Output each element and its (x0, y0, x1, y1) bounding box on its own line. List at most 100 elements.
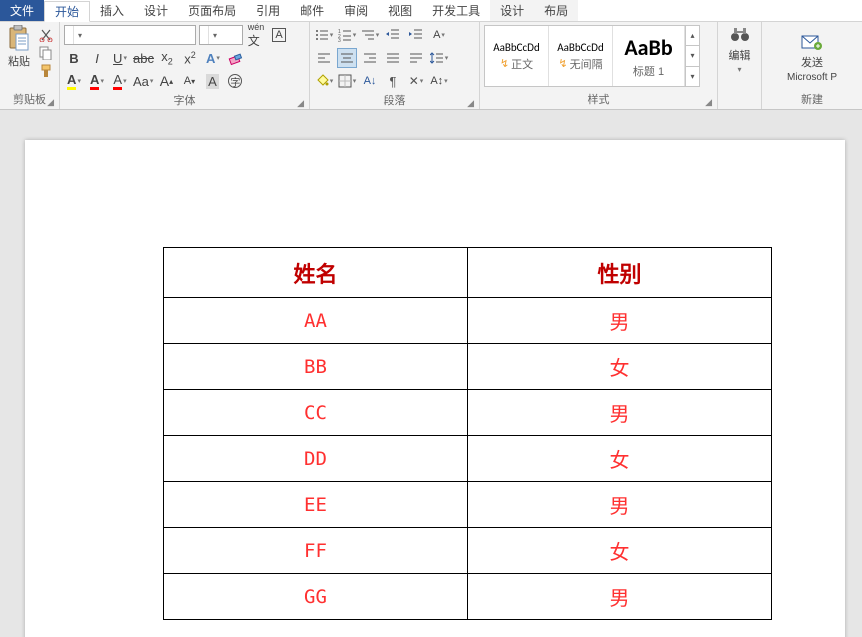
underline-button[interactable]: U▾ (110, 48, 130, 68)
cell-gender[interactable]: 男 (468, 390, 772, 436)
text-direction-button[interactable]: A▾ (429, 25, 449, 45)
cell-name[interactable]: BB (164, 344, 468, 390)
table-header-row[interactable]: 姓名 性别 (164, 248, 772, 298)
line-spacing-button[interactable]: ▾ (429, 48, 449, 68)
reveal-format-button[interactable]: A↕▾ (429, 71, 449, 91)
tab-insert[interactable]: 插入 (90, 0, 134, 21)
style-heading1[interactable]: AaBb标题 1 (613, 26, 685, 86)
tab-home[interactable]: 开始 (44, 1, 90, 22)
cell-name[interactable]: EE (164, 482, 468, 528)
header-name[interactable]: 姓名 (164, 248, 468, 298)
styles-gallery: AaBbCcDd↯正文 AaBbCcDd↯无间隔 AaBb标题 1 ▴ ▾ ▾ (484, 25, 700, 87)
align-distribute-icon (409, 51, 423, 65)
font-family-combo[interactable]: ▾ (64, 25, 196, 45)
align-justify-button[interactable] (383, 48, 403, 68)
clear-format-button[interactable] (226, 48, 246, 68)
grow-font-button[interactable]: A▴ (156, 71, 176, 91)
cell-gender[interactable]: 男 (468, 482, 772, 528)
show-marks-button[interactable]: ¶ (383, 71, 403, 91)
change-case-button[interactable]: Aa▾ (133, 71, 153, 91)
subscript-button[interactable]: x2 (157, 48, 177, 68)
increase-indent-button[interactable] (406, 25, 426, 45)
borders-button[interactable]: ▾ (337, 71, 357, 91)
send-button[interactable]: 发送 Microsoft P (783, 32, 841, 83)
tab-dev[interactable]: 开发工具 (422, 0, 490, 21)
clipboard-launcher[interactable]: ◢ (47, 97, 54, 108)
italic-button[interactable]: I (87, 48, 107, 68)
align-distribute-button[interactable] (406, 48, 426, 68)
align-left-button[interactable] (314, 48, 334, 68)
style-normal[interactable]: AaBbCcDd↯正文 (485, 26, 549, 86)
cell-gender[interactable]: 男 (468, 574, 772, 620)
document-page[interactable]: 姓名 性别 AA男BB女CC男DD女EE男FF女GG男 (25, 140, 845, 637)
enclose-char-button[interactable]: 字 (225, 71, 245, 91)
document-table[interactable]: 姓名 性别 AA男BB女CC男DD女EE男FF女GG男 (163, 247, 772, 620)
align-center-button[interactable] (337, 48, 357, 68)
tab-table-design[interactable]: 设计 (490, 0, 534, 21)
format-painter-button[interactable] (38, 63, 54, 79)
table-row[interactable]: BB女 (164, 344, 772, 390)
styles-launcher[interactable]: ◢ (705, 97, 712, 108)
gallery-scroll-down[interactable]: ▾ (686, 46, 699, 66)
cell-gender[interactable]: 女 (468, 528, 772, 574)
cell-name[interactable]: DD (164, 436, 468, 482)
decrease-indent-button[interactable] (383, 25, 403, 45)
bullets-button[interactable]: ▾ (314, 25, 334, 45)
superscript-button[interactable]: x2 (180, 48, 200, 68)
cell-gender[interactable]: 女 (468, 344, 772, 390)
tab-view[interactable]: 视图 (378, 0, 422, 21)
table-row[interactable]: CC男 (164, 390, 772, 436)
copy-button[interactable] (38, 45, 54, 61)
cut-button[interactable] (38, 27, 54, 43)
tab-table-layout[interactable]: 布局 (534, 0, 578, 21)
style-nospacing[interactable]: AaBbCcDd↯无间隔 (549, 26, 613, 86)
strike-button[interactable]: abc (133, 48, 154, 68)
multilevel-button[interactable]: ▾ (360, 25, 380, 45)
cell-gender[interactable]: 男 (468, 298, 772, 344)
bold-button[interactable]: B (64, 48, 84, 68)
shading-button[interactable]: ▾ (314, 71, 334, 91)
phonetic-guide-button[interactable]: wén文 (246, 25, 266, 45)
copy-icon (39, 46, 53, 60)
find-button[interactable]: 编辑 ▾ (725, 25, 755, 74)
text-effects-button[interactable]: A▾ (203, 48, 223, 68)
tab-review[interactable]: 审阅 (334, 0, 378, 21)
cell-gender[interactable]: 女 (468, 436, 772, 482)
snap-to-grid-button[interactable]: ✕▾ (406, 71, 426, 91)
align-right-button[interactable] (360, 48, 380, 68)
table-row[interactable]: FF女 (164, 528, 772, 574)
align-justify-icon (386, 51, 400, 65)
font-size-combo[interactable]: ▾ (199, 25, 243, 45)
gallery-scroll-up[interactable]: ▴ (686, 26, 699, 46)
cell-name[interactable]: CC (164, 390, 468, 436)
char-border-button[interactable]: A (269, 25, 289, 45)
tab-file[interactable]: 文件 (0, 0, 44, 21)
font-family-value (65, 26, 73, 44)
cell-name[interactable]: FF (164, 528, 468, 574)
font-shading-button[interactable]: A▾ (87, 71, 107, 91)
sort-button[interactable]: A↓ (360, 71, 380, 91)
numbering-button[interactable]: 123▾ (337, 25, 357, 45)
font-color-button[interactable]: A▾ (110, 71, 130, 91)
cell-name[interactable]: GG (164, 574, 468, 620)
font-size-value (200, 26, 208, 44)
table-row[interactable]: EE男 (164, 482, 772, 528)
tab-design[interactable]: 设计 (134, 0, 178, 21)
align-center-icon (340, 51, 354, 65)
document-canvas[interactable]: 姓名 性别 AA男BB女CC男DD女EE男FF女GG男 (0, 110, 862, 637)
shrink-font-button[interactable]: A▾ (179, 71, 199, 91)
table-row[interactable]: DD女 (164, 436, 772, 482)
table-row[interactable]: AA男 (164, 298, 772, 344)
cell-name[interactable]: AA (164, 298, 468, 344)
gallery-expand[interactable]: ▾ (686, 67, 699, 86)
header-gender[interactable]: 性别 (468, 248, 772, 298)
paste-button[interactable]: 粘贴 (4, 25, 34, 69)
paragraph-launcher[interactable]: ◢ (467, 98, 474, 109)
char-shading-button[interactable]: A (202, 71, 222, 91)
text-highlight-button[interactable]: A▾ (64, 71, 84, 91)
font-launcher[interactable]: ◢ (297, 98, 304, 109)
table-row[interactable]: GG男 (164, 574, 772, 620)
tab-refs[interactable]: 引用 (246, 0, 290, 21)
tab-mail[interactable]: 邮件 (290, 0, 334, 21)
tab-layout[interactable]: 页面布局 (178, 0, 246, 21)
